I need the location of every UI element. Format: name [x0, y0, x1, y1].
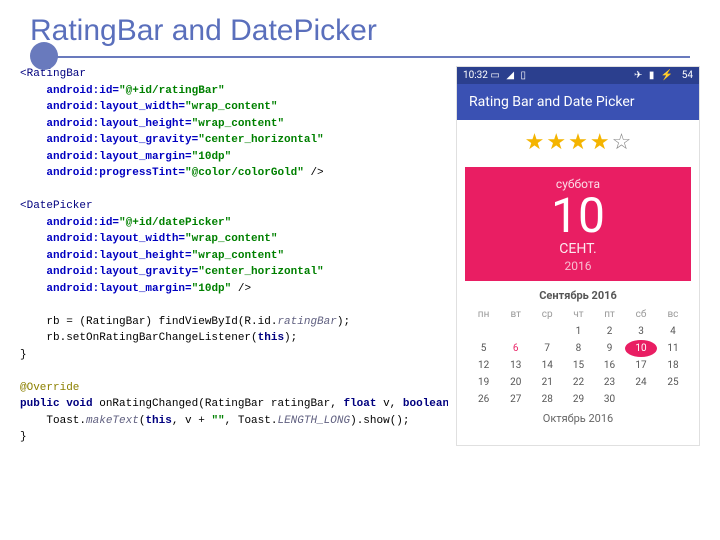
star-icon[interactable]: ★: [590, 130, 610, 155]
calendar-day[interactable]: 29: [563, 391, 594, 408]
calendar-day[interactable]: 16: [594, 357, 625, 374]
slide-header: RatingBar and DatePicker: [0, 0, 720, 64]
star-icon[interactable]: ★: [568, 130, 588, 155]
calendar-day[interactable]: 27: [500, 391, 531, 408]
battery-level: 54: [682, 70, 693, 81]
rating-bar[interactable]: ★★★★☆: [457, 120, 699, 159]
calendar-dow: пн: [467, 306, 500, 323]
calendar-dow: ср: [531, 306, 563, 323]
calendar-day[interactable]: 25: [657, 374, 689, 391]
calendar-dow: вс: [657, 306, 689, 323]
calendar-day[interactable]: 17: [625, 357, 657, 374]
calendar-next-month: Октябрь 2016: [467, 412, 689, 425]
status-bar: 10:32 ▭ ◢ ▯ ✈ ▮ ⚡ 54: [457, 67, 699, 84]
calendar-dow: пт: [594, 306, 625, 323]
calendar-day[interactable]: 4: [657, 323, 689, 340]
calendar-day: .: [531, 323, 563, 340]
decorative-circle: [30, 42, 58, 70]
dp-weekday: суббота: [469, 177, 687, 191]
calendar-title: Сентябрь 2016: [467, 289, 689, 302]
code-block: <RatingBar android:id="@+id/ratingBar" a…: [20, 66, 448, 446]
calendar-day[interactable]: 11: [657, 340, 689, 357]
status-time: 10:32: [463, 70, 488, 81]
calendar-day: .: [625, 391, 657, 408]
calendar-day: .: [657, 391, 689, 408]
calendar-grid: пнвтсрчтптсбвс...12345678910111213141516…: [467, 306, 689, 408]
dp-daynum: 10: [469, 191, 687, 241]
calendar-day[interactable]: 14: [531, 357, 563, 374]
calendar-dow: сб: [625, 306, 657, 323]
calendar-day[interactable]: 7: [531, 340, 563, 357]
star-icon[interactable]: ★: [546, 130, 566, 155]
calendar-day[interactable]: 10: [625, 340, 657, 357]
page-title: RatingBar and DatePicker: [30, 14, 690, 48]
calendar-day[interactable]: 5: [467, 340, 500, 357]
calendar-day[interactable]: 30: [594, 391, 625, 408]
calendar-day[interactable]: 21: [531, 374, 563, 391]
calendar-day[interactable]: 28: [531, 391, 563, 408]
app-bar: Rating Bar and Date Picker: [457, 84, 699, 120]
dp-month: СЕНТ.: [469, 241, 687, 257]
calendar-day[interactable]: 24: [625, 374, 657, 391]
phone-mockup: 10:32 ▭ ◢ ▯ ✈ ▮ ⚡ 54 Rating Bar and Date…: [456, 66, 700, 446]
calendar-day: .: [467, 323, 500, 340]
calendar-day[interactable]: 22: [563, 374, 594, 391]
star-icon[interactable]: ★: [525, 130, 545, 155]
calendar-day[interactable]: 9: [594, 340, 625, 357]
calendar-day[interactable]: 15: [563, 357, 594, 374]
dp-year: 2016: [469, 259, 687, 273]
calendar-day[interactable]: 26: [467, 391, 500, 408]
calendar-day[interactable]: 19: [467, 374, 500, 391]
calendar-day[interactable]: 1: [563, 323, 594, 340]
calendar-day[interactable]: 23: [594, 374, 625, 391]
calendar[interactable]: Сентябрь 2016 пнвтсрчтптсбвс...123456789…: [457, 289, 699, 431]
calendar-day[interactable]: 12: [467, 357, 500, 374]
calendar-dow: чт: [563, 306, 594, 323]
datepicker-header: суббота 10 СЕНТ. 2016: [465, 167, 691, 281]
calendar-day[interactable]: 8: [563, 340, 594, 357]
calendar-day[interactable]: 18: [657, 357, 689, 374]
calendar-day[interactable]: 6: [500, 340, 531, 357]
calendar-day[interactable]: 13: [500, 357, 531, 374]
calendar-day[interactable]: 2: [594, 323, 625, 340]
calendar-dow: вт: [500, 306, 531, 323]
calendar-day[interactable]: 20: [500, 374, 531, 391]
decorative-line: [40, 56, 690, 58]
star-icon[interactable]: ☆: [612, 130, 632, 155]
calendar-day: .: [500, 323, 531, 340]
calendar-day[interactable]: 3: [625, 323, 657, 340]
status-icons-left: ▭ ◢ ▯: [490, 70, 528, 81]
status-icons-right: ✈ ▮ ⚡: [634, 70, 675, 81]
